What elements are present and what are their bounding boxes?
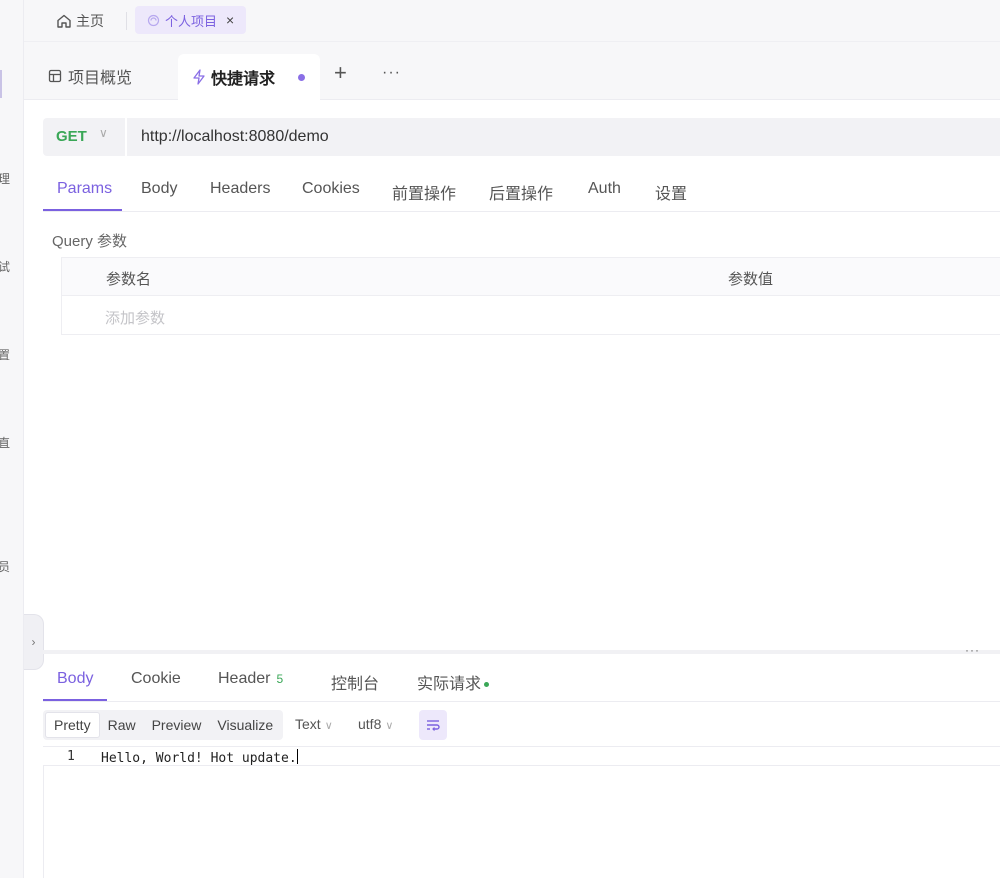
format-raw-button[interactable]: Raw <box>100 712 144 738</box>
tab-actual-request-label: 实际请求 <box>417 676 482 693</box>
params-table: 参数名 参数值 添加参数 <box>61 257 1000 335</box>
chevron-down-icon: ∨ <box>385 720 394 732</box>
response-toolbar: Pretty Raw Preview Visualize Text ∨ utf8 ∨ <box>43 710 1000 740</box>
left-sidebar-strip: 理 试 置 直 员 <box>0 0 24 878</box>
wrap-icon <box>427 720 440 731</box>
content-type-select[interactable]: Text ∨ <box>295 716 333 732</box>
add-tab-button[interactable]: + <box>334 62 347 84</box>
home-tab-label: 主页 <box>76 13 104 29</box>
project-tab-label: 个人项目 <box>165 13 218 29</box>
chevron-down-icon: ∨ <box>324 720 333 732</box>
sidebar-item-fragment[interactable]: 试 <box>0 258 10 275</box>
workspace-tab-bar: 项目概览 快捷请求 + ··· <box>24 42 1000 100</box>
close-icon[interactable]: × <box>226 12 234 28</box>
format-preview-button[interactable]: Preview <box>144 712 210 738</box>
tab-quick-request-label: 快捷请求 <box>211 71 276 88</box>
home-icon <box>57 14 71 28</box>
divider <box>126 12 127 30</box>
format-pretty-button[interactable]: Pretty <box>45 712 100 738</box>
tab-response-header[interactable]: Header 5 <box>218 670 283 688</box>
column-header-param-value: 参数值 <box>728 271 774 288</box>
project-icon <box>147 14 160 26</box>
request-tabs: Params Body Headers Cookies 前置操作 后置操作 Au… <box>43 168 1000 212</box>
format-visualize-button[interactable]: Visualize <box>209 712 281 738</box>
encoding-value: utf8 <box>358 716 382 732</box>
divider <box>43 766 44 878</box>
response-body-editor[interactable]: 1 Hello, World! Hot update. <box>43 746 1000 878</box>
tab-post-operations[interactable]: 后置操作 <box>489 180 553 204</box>
sidebar-item-fragment[interactable]: 直 <box>0 434 10 451</box>
encoding-select[interactable]: utf8 ∨ <box>358 716 393 732</box>
response-tabs: Body Cookie Header 5 控制台 实际请求 <box>43 658 1000 702</box>
tab-cookies[interactable]: Cookies <box>302 180 360 198</box>
more-icon[interactable]: ··· <box>965 643 980 657</box>
header-count-badge: 5 <box>276 672 284 686</box>
tab-params[interactable]: Params <box>57 180 112 198</box>
request-url-bar: GET ∨ http://localhost:8080/demo <box>43 118 1000 156</box>
format-segmented-control: Pretty Raw Preview Visualize <box>43 710 284 740</box>
chevron-right-icon: › <box>31 635 36 649</box>
lightning-icon <box>193 69 205 85</box>
tab-console[interactable]: 控制台 <box>331 670 379 694</box>
tab-response-header-label: Header <box>218 670 271 687</box>
tab-settings[interactable]: 设置 <box>655 180 687 204</box>
sidebar-item-fragment[interactable]: 员 <box>0 558 10 575</box>
project-tab[interactable]: 个人项目 × <box>135 6 247 34</box>
editor-line: 1 Hello, World! Hot update. <box>43 746 1000 766</box>
add-param-input[interactable]: 添加参数 <box>105 307 165 328</box>
top-tab-bar: 主页 个人项目 × <box>24 0 1000 42</box>
tab-actual-request[interactable]: 实际请求 <box>417 670 490 694</box>
line-number: 1 <box>67 749 75 764</box>
line-content-text: Hello, World! Hot update. <box>101 751 297 766</box>
query-params-title: Query 参数 <box>52 233 128 250</box>
sidebar-selection-marker <box>0 70 2 98</box>
tab-response-body[interactable]: Body <box>57 670 93 688</box>
sidebar-expand-button[interactable]: › <box>24 614 44 670</box>
tab-auth[interactable]: Auth <box>588 180 621 198</box>
chevron-down-icon[interactable]: ∨ <box>99 126 108 140</box>
active-tab-indicator <box>43 209 122 211</box>
tab-project-overview[interactable]: 项目概览 <box>48 64 132 88</box>
tab-response-cookie[interactable]: Cookie <box>131 670 181 688</box>
tab-project-overview-label: 项目概览 <box>68 70 133 87</box>
sidebar-item-fragment[interactable]: 理 <box>0 170 10 187</box>
method-select[interactable]: GET <box>56 128 87 145</box>
tab-quick-request[interactable]: 快捷请求 <box>178 54 320 100</box>
status-dot-icon <box>484 682 490 688</box>
divider <box>125 118 127 156</box>
content-type-value: Text <box>295 716 321 732</box>
tab-headers[interactable]: Headers <box>210 180 270 198</box>
sidebar-item-fragment[interactable]: 置 <box>0 346 10 363</box>
tab-pre-operations[interactable]: 前置操作 <box>392 180 456 204</box>
overview-icon <box>48 69 62 83</box>
url-input[interactable]: http://localhost:8080/demo <box>141 128 329 146</box>
text-cursor <box>296 749 298 764</box>
more-icon[interactable]: ··· <box>382 64 401 82</box>
unsaved-dot-icon <box>298 73 306 81</box>
column-header-param-name: 参数名 <box>106 271 152 288</box>
tab-body[interactable]: Body <box>141 180 177 198</box>
active-tab-indicator <box>43 699 107 701</box>
home-tab[interactable]: 主页 <box>56 8 104 34</box>
panel-resize-handle[interactable] <box>43 650 1000 654</box>
params-table-header: 参数名 参数值 <box>62 258 1000 296</box>
line-content: Hello, World! Hot update. <box>101 749 298 766</box>
word-wrap-button[interactable] <box>419 710 447 740</box>
